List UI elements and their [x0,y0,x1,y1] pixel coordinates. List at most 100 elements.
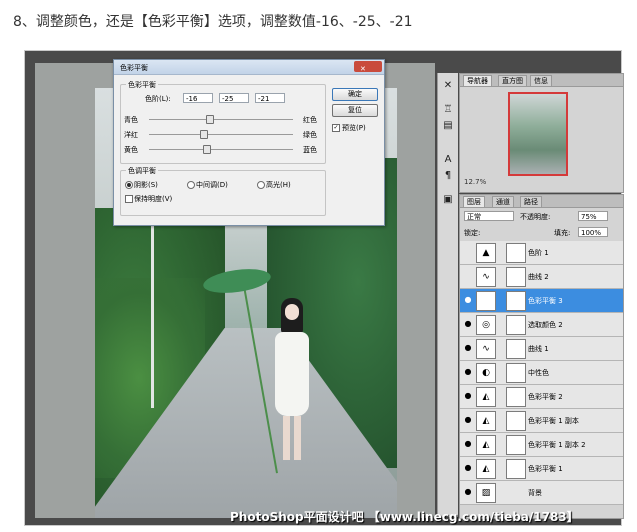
tab-channels[interactable]: 通道 [492,196,514,207]
slider-red-label: 红色 [303,116,317,124]
layer-row[interactable]: ● ◎ 选取颜色 2 [460,313,623,337]
layer-row[interactable]: ● ◭ 色彩平衡 1 [460,457,623,481]
eye-icon[interactable]: ● [463,319,473,329]
layer-row[interactable]: ▲ 色阶 1 [460,241,623,265]
slider-blue-label: 蓝色 [303,146,317,154]
navigator-zoom[interactable]: 12.7% [464,178,486,186]
eye-icon[interactable]: ● [463,415,473,425]
balance-icon: ◭ [476,459,496,479]
layer-mask-thumbnail[interactable] [506,387,526,407]
navigator-preview[interactable] [508,92,568,176]
navigator-panel: 导航器 直方图 信息 12.7% [459,73,624,193]
eye-icon[interactable]: ● [463,487,473,497]
opacity-input[interactable]: 75% [578,211,608,221]
document-icon[interactable]: ▤ [441,119,455,133]
slider-yellow-label: 黄色 [124,146,138,154]
layer-mask-thumbnail[interactable] [506,291,526,311]
tab-paths[interactable]: 路径 [520,196,542,207]
layer-mask-thumbnail[interactable] [506,243,526,263]
balance-icon: ◭ [476,387,496,407]
opacity-label: 不透明度: [520,213,551,221]
photoshop-screenshot: 色彩平衡 ✕ 色彩平衡 色阶(L): -16 -25 -21 青色 红色 洋红 … [24,50,624,526]
cyan-red-slider-thumb[interactable] [206,115,215,124]
yellow-blue-slider-track[interactable] [149,149,293,150]
layer-mask-thumbnail[interactable] [506,339,526,359]
tone-balance-group-label: 色调平衡 [126,166,158,176]
layer-row[interactable]: ● ▨ 背景 [460,481,623,505]
crossed-tools-icon[interactable]: ✕ [441,79,455,93]
reset-button[interactable]: 复位 [332,104,378,117]
tab-histogram[interactable]: 直方图 [498,75,527,86]
preview-label: 预览(P) [342,124,366,132]
stamp-icon[interactable]: ♖ [441,103,455,117]
layer-row[interactable]: ● ◭ 色彩平衡 3 [460,289,623,313]
close-button[interactable]: ✕ [354,61,382,73]
layer-name: 曲线 1 [528,345,549,353]
layer-row[interactable]: ● ◭ 色彩平衡 1 副本 [460,409,623,433]
dialog-title: 色彩平衡 [120,64,148,72]
tab-navigator[interactable]: 导航器 [463,75,492,86]
curves-icon: ∿ [476,339,496,359]
layer-name: 选取颜色 2 [528,321,563,329]
layer-mask-thumbnail[interactable] [506,267,526,287]
eye-hidden-icon[interactable] [463,271,473,281]
shadows-radio[interactable] [125,181,133,189]
midtones-label: 中间调(D) [196,181,228,189]
layer-name: 曲线 2 [528,273,549,281]
layer-name: 中性色 [528,369,549,377]
dialog-titlebar[interactable]: 色彩平衡 ✕ [114,60,384,75]
preserve-luminosity-checkbox[interactable] [125,195,133,203]
layer-row[interactable]: ● ◭ 色彩平衡 1 副本 2 [460,433,623,457]
slider-cyan-label: 青色 [124,116,138,124]
fill-input[interactable]: 100% [578,227,608,237]
level-magenta-green-input[interactable]: -25 [219,93,249,103]
eye-icon[interactable]: ● [463,463,473,473]
layer-row[interactable]: ∿ 曲线 2 [460,265,623,289]
neutral-icon: ◐ [476,363,496,383]
layer-name: 色彩平衡 2 [528,393,563,401]
magenta-green-slider-thumb[interactable] [200,130,208,139]
eye-icon[interactable]: ● [463,391,473,401]
eye-hidden-icon[interactable] [463,247,473,257]
layer-row[interactable]: ● ◐ 中性色 [460,361,623,385]
layer-mask-thumbnail[interactable] [506,459,526,479]
levels-label: 色阶(L): [145,95,171,103]
slider-magenta-label: 洋红 [124,131,138,139]
color-balance-group-label: 色彩平衡 [126,80,158,90]
ok-button[interactable]: 确定 [332,88,378,101]
cyan-red-slider-track[interactable] [149,119,293,120]
layer-mask-thumbnail[interactable] [506,315,526,335]
type-tool-icon[interactable]: A [441,153,455,167]
tutorial-heading: 8、调整颜色，还是【色彩平衡】选项，调整数值-16、-25、-21 [13,14,413,30]
layer-name: 色彩平衡 1 副本 [528,417,579,425]
eye-icon[interactable]: ● [463,343,473,353]
white-dress [275,332,309,416]
preview-checkbox[interactable]: ✓ [332,124,340,132]
level-cyan-red-input[interactable]: -16 [183,93,213,103]
tab-info[interactable]: 信息 [530,75,552,86]
eye-icon[interactable]: ● [463,439,473,449]
color-swatch-icon[interactable]: ▣ [441,193,455,207]
girl-figure [271,298,311,468]
eye-icon[interactable]: ● [463,295,473,305]
paragraph-icon[interactable]: ¶ [441,169,455,183]
layer-mask-thumbnail[interactable] [506,363,526,383]
level-yellow-blue-input[interactable]: -21 [255,93,285,103]
highlights-radio[interactable] [257,181,265,189]
preserve-luminosity-label: 保持明度(V) [134,195,173,203]
layer-row[interactable]: ● ◭ 色彩平衡 2 [460,385,623,409]
layer-mask-thumbnail[interactable] [506,435,526,455]
layer-mask-thumbnail[interactable] [506,411,526,431]
midtones-radio[interactable] [187,181,195,189]
yellow-blue-slider-thumb[interactable] [202,145,211,154]
watermark: PhotoShop平面设计吧 【www.linecg.com/tieba/178… [230,510,579,524]
selective-color-icon: ◎ [476,315,496,335]
magenta-green-slider-track[interactable] [149,134,293,135]
legs [283,416,301,460]
shadows-label: 阴影(S) [134,181,158,189]
layer-name: 色彩平衡 1 副本 2 [528,441,586,449]
eye-icon[interactable]: ● [463,367,473,377]
layer-row[interactable]: ● ∿ 曲线 1 [460,337,623,361]
tab-layers[interactable]: 图层 [463,196,485,207]
blend-mode-select[interactable]: 正常 [464,211,514,221]
